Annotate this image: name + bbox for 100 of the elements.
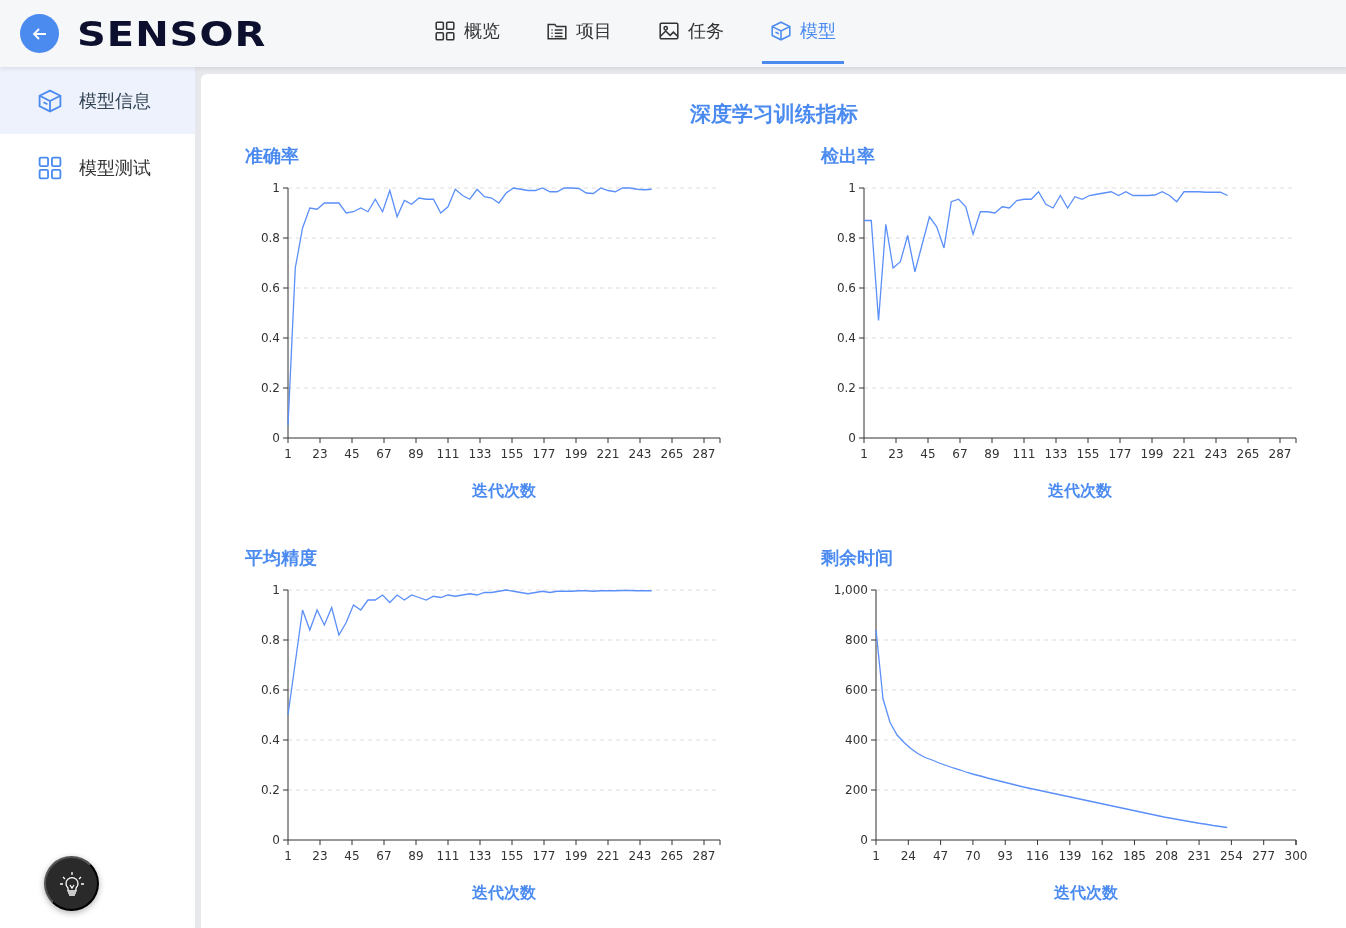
logo: SENSOR bbox=[77, 13, 267, 54]
x-tick-label: 45 bbox=[920, 447, 936, 461]
tips-button[interactable] bbox=[44, 856, 99, 911]
y-tick-label: 0 bbox=[848, 431, 856, 445]
x-tick-label: 231 bbox=[1187, 849, 1211, 863]
x-tick-label: 243 bbox=[628, 849, 652, 863]
x-tick-label: 45 bbox=[344, 849, 360, 863]
x-tick-label: 155 bbox=[500, 849, 524, 863]
x-tick-label: 162 bbox=[1090, 849, 1114, 863]
x-tick-label: 221 bbox=[1172, 447, 1196, 461]
x-tick-label: 67 bbox=[376, 447, 392, 461]
x-tick-label: 265 bbox=[660, 849, 684, 863]
x-tick-label: 89 bbox=[408, 447, 424, 461]
x-axis-title: 迭代次数 bbox=[1048, 481, 1112, 500]
x-tick-label: 67 bbox=[376, 849, 392, 863]
x-tick-label: 155 bbox=[500, 447, 524, 461]
x-tick-label: 23 bbox=[312, 447, 328, 461]
x-tick-label: 133 bbox=[1044, 447, 1068, 461]
x-tick-label: 287 bbox=[1268, 447, 1292, 461]
sidebar-item[interactable]: 模型测试 bbox=[0, 134, 195, 201]
x-tick-label: 89 bbox=[408, 849, 424, 863]
x-tick-label: 111 bbox=[1012, 447, 1036, 461]
x-tick-label: 287 bbox=[692, 447, 716, 461]
y-tick-label: 0.8 bbox=[836, 231, 856, 245]
y-tick-label: 0.6 bbox=[260, 281, 280, 295]
y-tick-label: 0.4 bbox=[836, 331, 856, 345]
y-tick-label: 800 bbox=[845, 633, 868, 647]
x-tick-label: 265 bbox=[660, 447, 684, 461]
x-tick-label: 199 bbox=[564, 849, 588, 863]
x-tick-label: 1 bbox=[860, 447, 868, 461]
x-tick-label: 45 bbox=[344, 447, 360, 461]
x-tick-label: 155 bbox=[1076, 447, 1100, 461]
x-tick-label: 47 bbox=[932, 849, 949, 863]
chart-title: 平均精度 bbox=[245, 546, 318, 570]
y-tick-label: 0.4 bbox=[260, 733, 280, 747]
x-tick-label: 177 bbox=[1108, 447, 1132, 461]
x-tick-label: 208 bbox=[1155, 849, 1179, 863]
y-tick-label: 0.6 bbox=[836, 281, 856, 295]
y-tick-label: 0.6 bbox=[260, 683, 280, 697]
x-axis-title: 迭代次数 bbox=[472, 883, 536, 902]
y-tick-label: 0 bbox=[860, 833, 868, 847]
back-button[interactable] bbox=[20, 14, 59, 53]
nav-tab[interactable]: 概览 bbox=[426, 0, 509, 64]
y-tick-label: 0.8 bbox=[260, 633, 280, 647]
x-tick-label: 277 bbox=[1252, 849, 1276, 863]
x-tick-label: 177 bbox=[532, 447, 556, 461]
x-tick-label: 89 bbox=[984, 447, 1000, 461]
y-tick-label: 0.2 bbox=[260, 783, 280, 797]
x-tick-label: 93 bbox=[997, 849, 1013, 863]
sidebar-item[interactable]: 模型信息 bbox=[0, 67, 195, 134]
nav-tab[interactable]: 任务 bbox=[650, 0, 733, 64]
x-tick-label: 111 bbox=[436, 447, 460, 461]
x-axis-title: 迭代次数 bbox=[1054, 883, 1118, 902]
x-tick-label: 1 bbox=[284, 849, 292, 863]
x-axis-title: 迭代次数 bbox=[472, 481, 536, 500]
x-tick-label: 23 bbox=[312, 849, 328, 863]
y-tick-label: 0 bbox=[272, 833, 280, 847]
chart-title: 检出率 bbox=[821, 144, 876, 168]
y-tick-label: 1 bbox=[848, 181, 856, 195]
y-tick-label: 600 bbox=[845, 683, 868, 697]
y-tick-label: 200 bbox=[845, 783, 868, 797]
y-tick-label: 1 bbox=[272, 181, 280, 195]
grid-icon bbox=[434, 19, 457, 42]
page-title: 深度学习训练指标 bbox=[688, 101, 859, 128]
cube-icon bbox=[37, 87, 63, 114]
x-tick-label: 67 bbox=[952, 447, 968, 461]
x-tick-label: 1 bbox=[872, 849, 880, 863]
x-tick-label: 243 bbox=[628, 447, 652, 461]
y-tick-label: 0.2 bbox=[836, 381, 856, 395]
x-tick-label: 133 bbox=[468, 849, 492, 863]
x-tick-label: 1 bbox=[284, 447, 292, 461]
y-tick-label: 0.4 bbox=[260, 331, 280, 345]
x-tick-label: 265 bbox=[1236, 447, 1260, 461]
x-tick-label: 111 bbox=[436, 849, 460, 863]
x-tick-label: 300 bbox=[1284, 849, 1308, 863]
grid-icon bbox=[37, 154, 63, 181]
x-tick-label: 243 bbox=[1204, 447, 1228, 461]
y-tick-label: 0 bbox=[272, 431, 280, 445]
x-tick-label: 116 bbox=[1026, 849, 1049, 863]
y-tick-label: 1 bbox=[272, 583, 280, 597]
x-tick-label: 185 bbox=[1123, 849, 1146, 863]
y-tick-label: 0.8 bbox=[260, 231, 280, 245]
x-tick-label: 70 bbox=[965, 849, 981, 863]
x-tick-label: 177 bbox=[532, 849, 556, 863]
x-tick-label: 221 bbox=[596, 447, 620, 461]
chart-title: 剩余时间 bbox=[821, 546, 894, 570]
x-tick-label: 23 bbox=[888, 447, 904, 461]
x-tick-label: 199 bbox=[1140, 447, 1164, 461]
x-tick-label: 199 bbox=[564, 447, 588, 461]
y-tick-label: 400 bbox=[845, 733, 868, 747]
x-tick-label: 133 bbox=[468, 447, 492, 461]
y-tick-label: 1,000 bbox=[833, 583, 868, 597]
x-tick-label: 287 bbox=[692, 849, 716, 863]
y-tick-label: 0.2 bbox=[260, 381, 280, 395]
cube-icon bbox=[770, 19, 793, 42]
x-tick-label: 139 bbox=[1058, 849, 1082, 863]
x-tick-label: 24 bbox=[900, 849, 916, 863]
nav-tab[interactable]: 项目 bbox=[538, 0, 621, 64]
chart-title: 准确率 bbox=[245, 144, 300, 168]
x-tick-label: 221 bbox=[596, 849, 620, 863]
